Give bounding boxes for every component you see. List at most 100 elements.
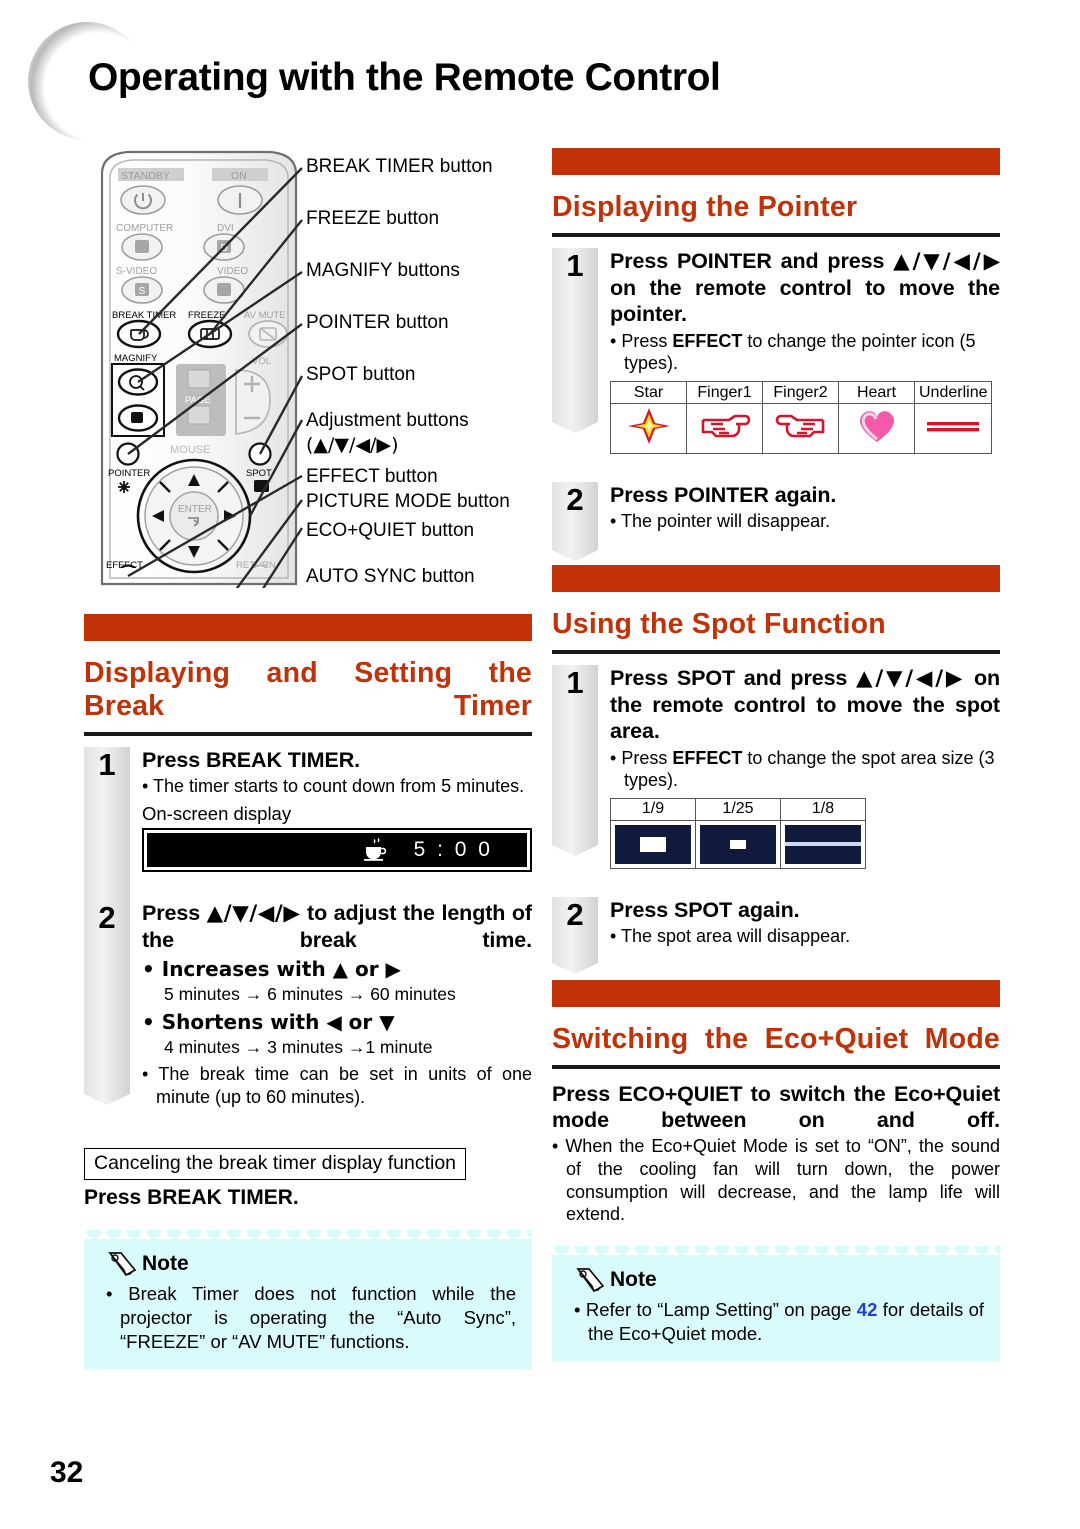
step-marker-tail-1 (552, 414, 598, 434)
page-reference[interactable]: 42 (857, 1299, 878, 1320)
table-row-icons (610, 403, 993, 455)
bullet-pre: Press (621, 747, 673, 768)
step-number: 2 (98, 899, 116, 935)
step-2-bullet: • The break time can be set in units of … (142, 1063, 533, 1107)
page-number: 32 (50, 1456, 84, 1489)
spot-preview-1-8 (785, 824, 861, 864)
spot-cell-1-8 (780, 819, 866, 869)
eco-quiet-bullet: • When the Eco+Quiet Mode is set to “ON”… (552, 1136, 1000, 1225)
left-column: STANDBY ON COMPUTER DVI D S-VIDEO VIDEO … (84, 148, 533, 1370)
note-body: • Refer to “Lamp Setting” on page 42 for… (574, 1299, 985, 1344)
spot-window (730, 839, 746, 850)
callout-freeze: FREEZE button (306, 208, 440, 229)
step-marker-2: 2 (552, 896, 598, 955)
heart-pointer-icon (859, 411, 894, 443)
seg-1: Press (610, 897, 674, 922)
remote-control-figure: STANDBY ON COMPUTER DVI D S-VIDEO VIDEO … (84, 148, 532, 596)
seg-1: Press (610, 665, 677, 690)
pointer-step-2-heading: Press POINTER again. (610, 482, 1000, 508)
callout-eco-quiet: ECO+QUIET button (306, 520, 475, 541)
step-number: 1 (566, 248, 584, 284)
shorten-label: Shortens with ◀ or ▼ (161, 1010, 395, 1035)
spot-step-2-heading: Press SPOT again. (610, 897, 1000, 923)
spot-step-2-bullet: • The spot area will disappear. (610, 926, 851, 947)
spot-size-table: 1/9 1/25 1/8 (610, 797, 866, 869)
cancel-break-timer-box: Canceling the break timer display functi… (84, 1148, 467, 1181)
section-bar-pointer (552, 148, 1000, 175)
bullet-pre: Press (621, 330, 673, 351)
note-header: Note (574, 1266, 984, 1294)
key-eco-quiet: ECO+QUIET (618, 1081, 743, 1106)
step-marker-tail-2 (84, 1085, 130, 1105)
section-bar-eco-quiet (552, 979, 1000, 1007)
step-1-heading-key: BREAK TIMER. (205, 748, 361, 773)
note-title: Note (610, 1268, 657, 1292)
note-body: • Break Timer does not function while th… (106, 1283, 517, 1352)
ptr-header-heart: Heart (838, 381, 915, 405)
section-heading-spot: Using the Spot Function (552, 607, 886, 640)
osd-time-value: 5 : 0 0 (413, 837, 493, 861)
note-body-text: Break Timer does not function while the … (120, 1283, 517, 1352)
spot-header-1-8: 1/8 (780, 797, 866, 821)
section-break-timer: Displaying and Setting the Break Timer 1… (84, 614, 533, 1370)
pointer-step-1: 1 Press POINTER and press ▲/▼/◀/▶ on the… (552, 248, 1000, 474)
break-timer-step-1: 1 Press BREAK TIMER. • The timer starts … (84, 747, 532, 925)
step-1-heading: Press BREAK TIMER. (142, 747, 532, 773)
osd-box: 5 : 0 0 (142, 827, 532, 872)
step-2-heading: Press ▲/▼/◀/▶ to adjust the length of th… (142, 900, 532, 953)
table-row-headers: 1/9 1/25 1/8 (610, 797, 866, 821)
section-heading-break-timer: Displaying and Setting the Break Timer (84, 657, 532, 723)
osd-label: On-screen display (142, 802, 292, 824)
spot-cell-1-25 (695, 819, 781, 869)
section-heading-pointer: Displaying the Pointer (552, 191, 858, 223)
step-1-heading-prefix: Press (142, 748, 206, 773)
finger1-pointer-icon (701, 414, 750, 438)
key-effect: EFFECT (672, 330, 743, 351)
callout-pointer: POINTER button (306, 312, 449, 333)
section-bar-break-timer (84, 614, 532, 641)
star-pointer-icon (627, 408, 670, 445)
callout-adjustment: Adjustment buttons (306, 410, 469, 431)
remote-control-lower-keys: KEYSTONE PICTURE MODE AUTO/INPUT AUTO SY… (119, 564, 269, 568)
svg-text:VIDEO: VIDEO (217, 266, 248, 277)
section-heading-eco-quiet: Switching the Eco+Quiet Mode (552, 1022, 1000, 1055)
step-2-shorten-detail: 4 minutes → 3 minutes →1 minute (164, 1037, 433, 1058)
svg-text:VOL: VOL (252, 356, 271, 367)
ptr-header-finger1: Finger1 (686, 381, 763, 405)
seg-2: and press (734, 665, 857, 690)
step-marker-2: 2 (552, 482, 598, 543)
osd-bar: 5 : 0 0 (147, 832, 527, 867)
section-rule-pointer (552, 233, 1000, 238)
seg-arrows: ▲/▼/◀/▶ (856, 665, 966, 691)
step-2-bullet-text: The break time can be set in units of on… (156, 1063, 533, 1107)
cancel-press-key: BREAK TIMER. (147, 1186, 299, 1210)
ptr-header-finger2: Finger2 (762, 381, 839, 405)
key-spot: SPOT (673, 897, 733, 922)
pencil-icon (576, 1268, 605, 1293)
note-header: Note (106, 1250, 516, 1278)
step-number: 1 (566, 664, 584, 700)
svg-text:COMPUTER: COMPUTER (116, 223, 173, 234)
svg-text:AV MUTE: AV MUTE (244, 310, 286, 321)
spot-step-1-bullet: • Press EFFECT to change the spot area s… (610, 747, 995, 791)
section-pointer: Displaying the Pointer 1 Press POINTER a… (552, 148, 1000, 562)
step-number: 2 (566, 482, 584, 518)
svg-text:DVI: DVI (217, 223, 234, 234)
spot-header-1-9: 1/9 (610, 797, 696, 821)
spot-window-band (785, 842, 861, 847)
callout-adjustment-arrows: (▲/▼/◀/▶) (306, 434, 399, 456)
step-1-bullet: • The timer starts to count down from 5 … (142, 776, 525, 797)
callout-effect: EFFECT button (306, 466, 438, 487)
svg-text:ON: ON (231, 170, 247, 182)
svg-text:PAGE: PAGE (185, 395, 211, 406)
spot-window (640, 836, 666, 853)
step-marker-tail-2 (552, 542, 598, 562)
spot-preview-1-9 (615, 824, 691, 864)
step-marker-tail-2 (552, 954, 598, 974)
callout-spot: SPOT button (306, 364, 416, 385)
step-2-sub-bullet-shorten: • Shortens with ◀ or ▼ (142, 1010, 395, 1035)
table-row-headers: Star Finger1 Finger2 Heart Underline (610, 381, 993, 405)
step-marker-1: 1 (552, 248, 598, 415)
finger2-pointer-icon (775, 414, 824, 438)
pointer-step-1-bullet: • Press EFFECT to change the pointer ico… (610, 330, 976, 374)
